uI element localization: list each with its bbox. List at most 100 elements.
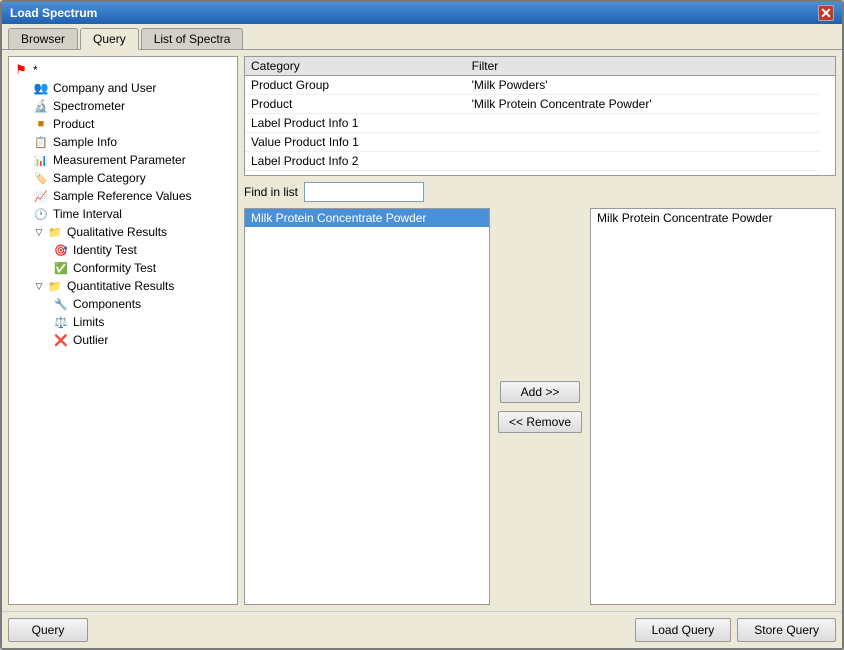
query-button[interactable]: Query: [8, 618, 88, 642]
filter-value-cell: [466, 133, 819, 152]
tree-root-label: *: [33, 63, 38, 77]
sample-info-icon: 📋: [33, 134, 49, 150]
right-list-box[interactable]: Milk Protein Concentrate Powder: [590, 208, 836, 605]
lists-row: Milk Protein Concentrate Powder Add >> <…: [244, 208, 836, 605]
title-bar: Load Spectrum ✕: [2, 2, 842, 24]
add-button[interactable]: Add >>: [500, 381, 580, 403]
filter-table-row[interactable]: Product'Milk Protein Concentrate Powder': [245, 95, 835, 114]
identity-test-icon: 🎯: [53, 242, 69, 258]
right-list-item[interactable]: Milk Protein Concentrate Powder: [591, 209, 835, 227]
product-label: Product: [53, 117, 94, 131]
measurement-label: Measurement Parameter: [53, 153, 186, 167]
sample-info-label: Sample Info: [53, 135, 117, 149]
conformity-test-icon: ✅: [53, 260, 69, 276]
col-category: Category: [245, 57, 466, 76]
filter-category-cell: Label Product Info 2: [245, 152, 466, 171]
tab-browser[interactable]: Browser: [8, 28, 78, 49]
tree-item-limits[interactable]: ⚖️ Limits: [49, 313, 237, 331]
conformity-test-label: Conformity Test: [73, 261, 156, 275]
bottom-left-buttons: Query: [8, 618, 88, 642]
components-icon: 🔧: [53, 296, 69, 312]
tab-list-of-spectra[interactable]: List of Spectra: [141, 28, 244, 49]
col-scrollbar-spacer: [819, 57, 835, 76]
sample-category-icon: 🏷️: [33, 170, 49, 186]
window-title: Load Spectrum: [10, 6, 97, 20]
filter-table-row[interactable]: Value Product Info 1: [245, 133, 835, 152]
sample-ref-icon: 📈: [33, 188, 49, 204]
right-panel: Category Filter Product Group'Milk Powde…: [244, 56, 836, 605]
tree-root[interactable]: ⚑ *: [9, 61, 237, 79]
main-window: Load Spectrum ✕ Browser Query List of Sp…: [0, 0, 844, 650]
filter-table-row[interactable]: Value Product Info 2: [245, 171, 835, 177]
find-row: Find in list: [244, 182, 836, 202]
filter-value-cell: [466, 114, 819, 133]
close-button[interactable]: ✕: [818, 5, 834, 21]
filter-table: Category Filter Product Group'Milk Powde…: [245, 57, 835, 176]
left-list-box[interactable]: Milk Protein Concentrate Powder: [244, 208, 490, 605]
filter-table-container: Category Filter Product Group'Milk Powde…: [244, 56, 836, 176]
qualitative-expand-icon: ▽: [33, 226, 45, 238]
quantitative-children: 🔧 Components ⚖️ Limits ❌ Outlier: [29, 295, 237, 349]
measurement-icon: 📊: [33, 152, 49, 168]
tree-item-measurement[interactable]: 📊 Measurement Parameter: [29, 151, 237, 169]
main-content: ⚑ * 👥 Company and User 🔬 Spectrometer ■ …: [2, 50, 842, 611]
left-list-item[interactable]: Milk Protein Concentrate Powder: [245, 209, 489, 227]
quantitative-label: Quantitative Results: [67, 279, 174, 293]
filter-table-row[interactable]: Product Group'Milk Powders': [245, 76, 835, 95]
filter-value-cell: [466, 171, 819, 177]
tree-item-sample-category[interactable]: 🏷️ Sample Category: [29, 169, 237, 187]
filter-category-cell: Value Product Info 1: [245, 133, 466, 152]
find-input[interactable]: [304, 182, 424, 202]
tree-item-outlier[interactable]: ❌ Outlier: [49, 331, 237, 349]
tree-item-qualitative[interactable]: ▽ 📁 Qualitative Results: [29, 223, 237, 241]
filter-table-row[interactable]: Label Product Info 2: [245, 152, 835, 171]
flag-icon: ⚑: [13, 62, 29, 78]
spectrometer-icon: 🔬: [33, 98, 49, 114]
tree-children: 👥 Company and User 🔬 Spectrometer ■ Prod…: [9, 79, 237, 349]
time-interval-label: Time Interval: [53, 207, 122, 221]
tree-item-time-interval[interactable]: 🕐 Time Interval: [29, 205, 237, 223]
tree-item-conformity-test[interactable]: ✅ Conformity Test: [49, 259, 237, 277]
store-query-button[interactable]: Store Query: [737, 618, 836, 642]
components-label: Components: [73, 297, 141, 311]
tab-query[interactable]: Query: [80, 28, 139, 50]
time-interval-icon: 🕐: [33, 206, 49, 222]
limits-label: Limits: [73, 315, 104, 329]
tree-item-spectrometer[interactable]: 🔬 Spectrometer: [29, 97, 237, 115]
tree-item-company[interactable]: 👥 Company and User: [29, 79, 237, 97]
filter-table-row[interactable]: Label Product Info 1: [245, 114, 835, 133]
bottom-right-buttons: Load Query Store Query: [635, 618, 836, 642]
filter-value-cell: 'Milk Protein Concentrate Powder': [466, 95, 819, 114]
outlier-label: Outlier: [73, 333, 108, 347]
load-query-button[interactable]: Load Query: [635, 618, 732, 642]
sample-ref-label: Sample Reference Values: [53, 189, 192, 203]
filter-category-cell: Product Group: [245, 76, 466, 95]
outlier-icon: ❌: [53, 332, 69, 348]
quantitative-expand-icon: ▽: [33, 280, 45, 292]
sample-category-label: Sample Category: [53, 171, 146, 185]
tree-item-product[interactable]: ■ Product: [29, 115, 237, 133]
qualitative-label: Qualitative Results: [67, 225, 167, 239]
spectrometer-label: Spectrometer: [53, 99, 125, 113]
company-label: Company and User: [53, 81, 156, 95]
col-filter: Filter: [466, 57, 819, 76]
identity-test-label: Identity Test: [73, 243, 137, 257]
filter-value-cell: 'Milk Powders': [466, 76, 819, 95]
tree-item-sample-ref[interactable]: 📈 Sample Reference Values: [29, 187, 237, 205]
tree-item-sample-info[interactable]: 📋 Sample Info: [29, 133, 237, 151]
filter-category-cell: Value Product Info 2: [245, 171, 466, 177]
tree-item-identity-test[interactable]: 🎯 Identity Test: [49, 241, 237, 259]
company-icon: 👥: [33, 80, 49, 96]
tree-item-components[interactable]: 🔧 Components: [49, 295, 237, 313]
product-icon: ■: [33, 116, 49, 132]
list-action-buttons: Add >> << Remove: [490, 208, 590, 605]
tree-item-quantitative[interactable]: ▽ 📁 Quantitative Results: [29, 277, 237, 295]
quantitative-folder-icon: 📁: [47, 278, 63, 294]
find-label: Find in list: [244, 185, 298, 199]
tree-panel: ⚑ * 👥 Company and User 🔬 Spectrometer ■ …: [8, 56, 238, 605]
filter-value-cell: [466, 152, 819, 171]
remove-button[interactable]: << Remove: [498, 411, 582, 433]
filter-category-cell: Product: [245, 95, 466, 114]
bottom-bar: Query Load Query Store Query: [2, 611, 842, 648]
filter-category-cell: Label Product Info 1: [245, 114, 466, 133]
